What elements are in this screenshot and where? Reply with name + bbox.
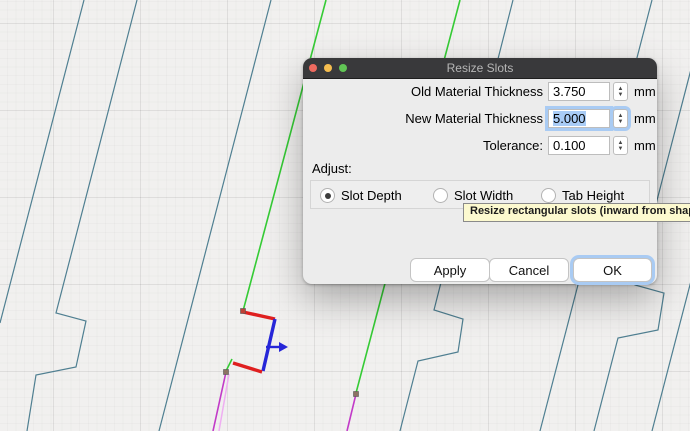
node-handle-red[interactable] bbox=[241, 309, 246, 314]
ok-button[interactable]: OK bbox=[573, 258, 652, 282]
resize-slots-dialog: Resize Slots Old Material Thickness 3.75… bbox=[303, 58, 657, 284]
radio-slot-width[interactable]: Slot Width bbox=[433, 188, 513, 203]
old-thickness-label: Old Material Thickness bbox=[303, 84, 543, 99]
stepper-down-icon[interactable]: ▼ bbox=[618, 119, 624, 125]
radio-slot-depth[interactable]: Slot Depth bbox=[320, 188, 402, 203]
cancel-button[interactable]: Cancel bbox=[489, 258, 569, 282]
node-handle-2[interactable] bbox=[354, 392, 359, 397]
direction-arrow-head bbox=[279, 342, 288, 352]
slot-edge-top[interactable] bbox=[243, 312, 275, 319]
tolerance-label: Tolerance: bbox=[303, 138, 543, 153]
radio-slot-depth-label: Slot Depth bbox=[341, 188, 402, 203]
adjust-label: Adjust: bbox=[312, 161, 352, 176]
new-thickness-input[interactable]: 5.000 bbox=[548, 109, 610, 128]
tolerance-input[interactable]: 0.100 bbox=[548, 136, 610, 155]
panel-edge-3[interactable] bbox=[159, 0, 271, 431]
panel-edge-1[interactable] bbox=[0, 0, 84, 323]
slot-edge-side[interactable] bbox=[263, 319, 275, 371]
dialog-title: Resize Slots bbox=[303, 58, 657, 78]
panel-edge-2[interactable] bbox=[27, 0, 137, 431]
stepper-down-icon[interactable]: ▼ bbox=[618, 92, 624, 98]
new-thickness-unit: mm bbox=[634, 111, 656, 126]
radio-button-icon[interactable] bbox=[320, 188, 335, 203]
old-thickness-value: 3.750 bbox=[553, 84, 586, 99]
stepper-down-icon[interactable]: ▼ bbox=[618, 146, 624, 152]
slot-edge-bottom[interactable] bbox=[233, 363, 262, 372]
new-thickness-label: New Material Thickness bbox=[303, 111, 543, 126]
radio-tab-height-label: Tab Height bbox=[562, 188, 624, 203]
radio-button-icon[interactable] bbox=[541, 188, 556, 203]
radio-slot-width-label: Slot Width bbox=[454, 188, 513, 203]
minimize-button[interactable] bbox=[324, 64, 332, 72]
old-thickness-input[interactable]: 3.750 bbox=[548, 82, 610, 101]
node-handle-1[interactable] bbox=[224, 370, 229, 375]
radio-tab-height[interactable]: Tab Height bbox=[541, 188, 624, 203]
new-thickness-value: 5.000 bbox=[553, 111, 586, 126]
tolerance-unit: mm bbox=[634, 138, 656, 153]
magenta-path-2[interactable] bbox=[347, 394, 356, 431]
apply-button[interactable]: Apply bbox=[410, 258, 490, 282]
close-button[interactable] bbox=[309, 64, 317, 72]
zoom-button[interactable] bbox=[339, 64, 347, 72]
radio-button-icon[interactable] bbox=[433, 188, 448, 203]
tolerance-value: 0.100 bbox=[553, 138, 586, 153]
old-thickness-stepper[interactable]: ▲ ▼ bbox=[613, 82, 628, 101]
dialog-titlebar[interactable]: Resize Slots bbox=[303, 58, 657, 79]
application-window: Resize Slots Old Material Thickness 3.75… bbox=[0, 0, 690, 431]
old-thickness-unit: mm bbox=[634, 84, 656, 99]
tooltip: Resize rectangular slots (inward from sh… bbox=[463, 203, 690, 222]
tolerance-stepper[interactable]: ▲ ▼ bbox=[613, 136, 628, 155]
new-thickness-stepper[interactable]: ▲ ▼ bbox=[613, 109, 628, 128]
